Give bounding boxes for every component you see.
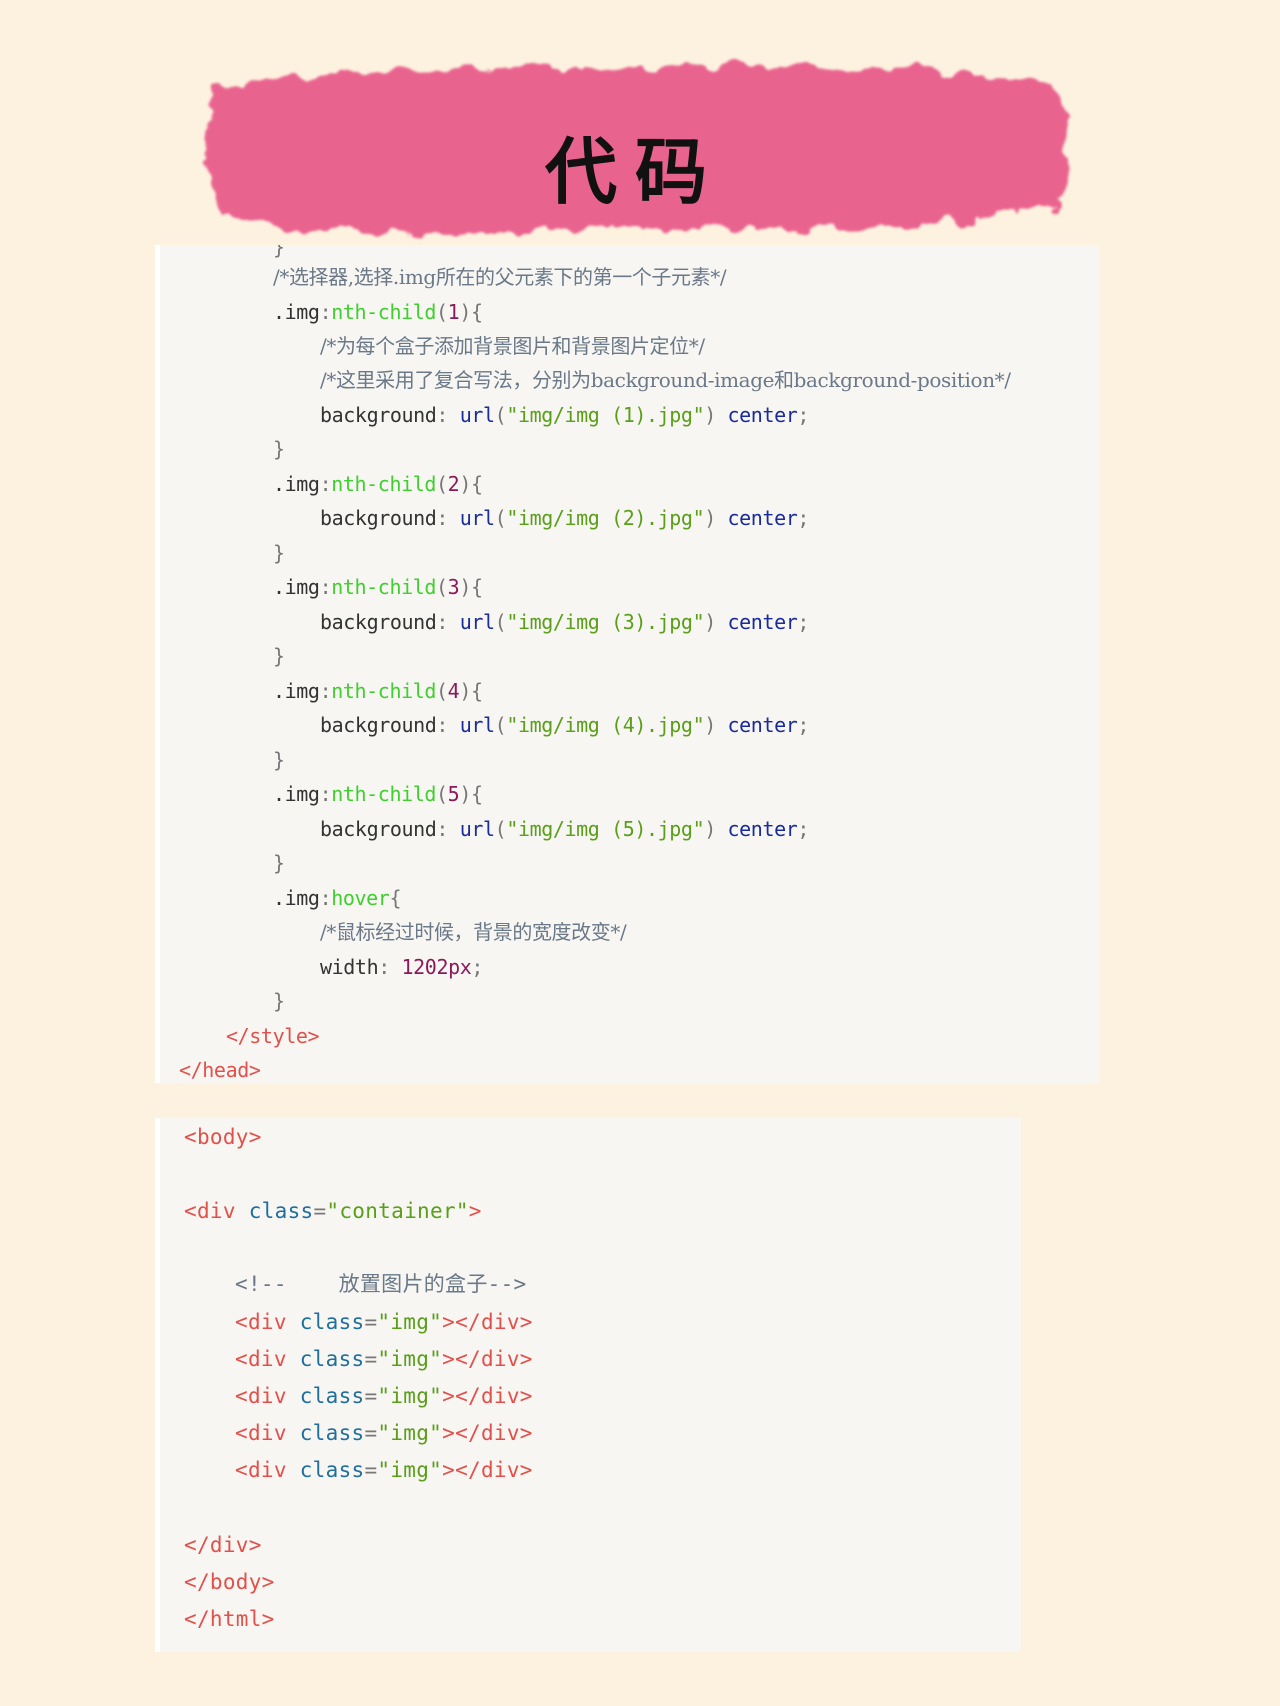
- code-line-rule2-selector: .img:nth-child(2){: [273, 472, 483, 496]
- code-line-img-div: <div class="img"></div>: [235, 1310, 533, 1334]
- code-line-rule1-selector: .img:nth-child(1){: [273, 300, 483, 324]
- code-line-hover-selector: .img:hover{: [273, 886, 402, 910]
- code-line-comment-selector: /*选择器,选择.img所在的父元素下的第一个子元素*/: [273, 265, 727, 289]
- code-line-rule1-comment2: /*这里采用了复合写法，分别为background-image和backgrou…: [320, 368, 1011, 392]
- code-line-rule5-close: }: [273, 851, 285, 875]
- code-line-html-comment: <!-- 放置图片的盒子-->: [235, 1272, 527, 1296]
- code-line-rule1-close: }: [273, 437, 285, 461]
- title-banner: 代码: [185, 48, 1085, 248]
- code-line-rule2-decl: background: url("img/img (2).jpg") cente…: [320, 506, 810, 530]
- code-line-hover-close: }: [273, 989, 285, 1013]
- code-line-div-close: </div>: [184, 1533, 262, 1557]
- code-line-head-close: </head>: [179, 1058, 261, 1082]
- css-code-block: } /*选择器,选择.img所在的父元素下的第一个子元素*/ .img:nth-…: [155, 245, 1100, 1083]
- code-line-rule3-selector: .img:nth-child(3){: [273, 575, 483, 599]
- code-line-rule3-close: }: [273, 644, 285, 668]
- code-line-rule5-decl: background: url("img/img (5).jpg") cente…: [320, 817, 810, 841]
- code-line-style-close: </style>: [226, 1024, 320, 1048]
- code-line-hover-comment: /*鼠标经过时候，背景的宽度改变*/: [320, 920, 627, 944]
- html-code-block: <body> <div class="container"> <!-- 放置图片…: [155, 1118, 1021, 1652]
- code-line-img-div: <div class="img"></div>: [235, 1347, 533, 1371]
- code-line-rule4-close: }: [273, 748, 285, 772]
- code-line-rule3-decl: background: url("img/img (3).jpg") cente…: [320, 610, 810, 634]
- code-line-img-div: <div class="img"></div>: [235, 1421, 533, 1445]
- code-line-rule4-decl: background: url("img/img (4).jpg") cente…: [320, 713, 810, 737]
- code-line-body-close: </body>: [184, 1570, 275, 1594]
- code-line-container-open: <div class="container">: [184, 1199, 482, 1223]
- code-line-rule1-comment1: /*为每个盒子添加背景图片和背景图片定位*/: [320, 334, 705, 358]
- page-title: 代码: [544, 129, 725, 214]
- code-line-rule2-close: }: [273, 541, 285, 565]
- code-line-rule4-selector: .img:nth-child(4){: [273, 679, 483, 703]
- code-line-img-div: <div class="img"></div>: [235, 1458, 533, 1482]
- code-line-brace: }: [273, 245, 285, 259]
- code-line-rule1-decl: background: url("img/img (1).jpg") cente…: [320, 403, 810, 427]
- code-line-html-close: </html>: [184, 1607, 275, 1631]
- code-line-hover-decl: width: 1202px;: [320, 955, 484, 979]
- code-line-img-div: <div class="img"></div>: [235, 1384, 533, 1408]
- code-line-rule5-selector: .img:nth-child(5){: [273, 782, 483, 806]
- code-line-body-open: <body>: [184, 1125, 262, 1149]
